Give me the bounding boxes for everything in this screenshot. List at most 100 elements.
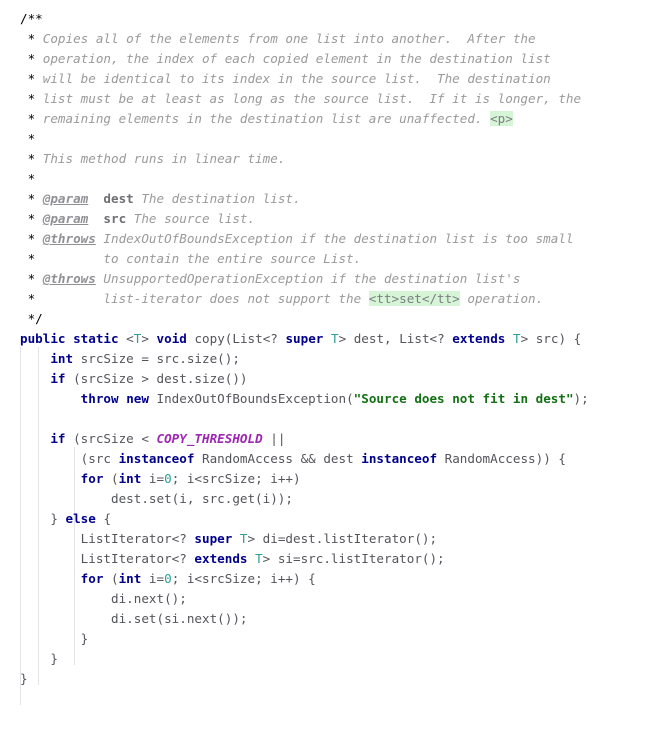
code-token-kw: super: [194, 531, 233, 546]
code-token-id: {: [95, 511, 112, 526]
code-token-id: IndexOutOfBoundsException(: [148, 391, 354, 406]
code-token-cmt-delim: *: [20, 71, 43, 86]
code-token-kw: if: [50, 371, 66, 386]
code-line[interactable]: }: [0, 649, 657, 669]
code-line[interactable]: * This method runs in linear time.: [0, 149, 657, 169]
code-token-id: > si=src.listIterator();: [262, 551, 445, 566]
code-token-jdoc-pname: src: [103, 211, 127, 226]
code-token-kw: public: [20, 331, 66, 346]
code-token-id: [505, 331, 513, 346]
code-line[interactable]: ListIterator<? super T> di=dest.listIter…: [0, 529, 657, 549]
code-token-cmt: operation, the index of each copied elem…: [42, 51, 551, 66]
code-line[interactable]: * to contain the entire source List.: [0, 249, 657, 269]
code-line[interactable]: * @param src The source list.: [0, 209, 657, 229]
code-token-cmt-delim: /**: [20, 11, 43, 26]
code-token-id: (: [103, 571, 119, 586]
code-line[interactable]: for (int i=0; i<srcSize; i++): [0, 469, 657, 489]
code-token-cmt: [88, 191, 103, 206]
code-token-id: di.next();: [111, 591, 187, 606]
code-line[interactable]: ListIterator<? extends T> si=src.listIte…: [0, 549, 657, 569]
code-token-cmt: Copies all of the elements from one list…: [42, 31, 536, 46]
code-token-kw: super: [285, 331, 324, 346]
code-token-kw: for: [80, 471, 104, 486]
code-token-tvar: T: [255, 551, 263, 566]
code-line[interactable]: public static < T > void copy(List<? super…: [0, 329, 657, 349]
code-token-id: > di=dest.listIterator();: [247, 531, 438, 546]
code-token-id: [232, 531, 240, 546]
code-line[interactable]: if (srcSize < COPY_THRESHOLD ||: [0, 429, 657, 449]
code-token-cmt-delim: *: [20, 211, 43, 226]
code-token-id: copy(List<?: [186, 331, 286, 346]
code-token-cmt-delim: *: [20, 271, 43, 286]
code-token-id: (srcSize > dest.size()): [65, 371, 248, 386]
code-token-tvar: T: [512, 331, 521, 346]
code-line[interactable]: (src instanceof RandomAccess && dest ins…: [0, 449, 657, 469]
code-token-kw: else: [65, 511, 96, 526]
code-token-cmt: list must be at least as long as the sou…: [42, 91, 582, 106]
code-token-id: }: [20, 671, 28, 686]
code-token-id: > src) {: [520, 331, 582, 346]
code-line[interactable]: dest.set(i, src.get(i));: [0, 489, 657, 509]
code-token-cmt: IndexOutOfBoundsException if the destina…: [95, 231, 574, 246]
code-token-id: ||: [262, 431, 286, 446]
code-line[interactable]: *: [0, 129, 657, 149]
code-line[interactable]: [0, 409, 657, 429]
code-editor-surface[interactable]: /** * Copies all of the elements from on…: [0, 0, 657, 736]
code-line[interactable]: */: [0, 309, 657, 329]
code-line[interactable]: if (srcSize > dest.size()): [0, 369, 657, 389]
code-token-id: RandomAccess)) {: [437, 451, 566, 466]
code-token-cmt-delim: *: [20, 31, 43, 46]
code-line[interactable]: * will be identical to its index in the …: [0, 69, 657, 89]
code-token-id: dest.set(i, src.get(i));: [111, 491, 293, 506]
code-line[interactable]: } else {: [0, 509, 657, 529]
code-token-cmt-delim: */: [20, 311, 43, 326]
code-token-id: ; i<srcSize; i++): [171, 471, 301, 486]
code-token-id: );: [573, 391, 589, 406]
code-token-cmt-delim: *: [20, 151, 43, 166]
code-token-id: }: [50, 651, 58, 666]
code-line[interactable]: int srcSize = src.size();: [0, 349, 657, 369]
code-token-id: (src: [80, 451, 119, 466]
code-token-id: (srcSize <: [65, 431, 157, 446]
code-token-id: }: [50, 511, 66, 526]
code-line[interactable]: * @param dest The destination list.: [0, 189, 657, 209]
code-line[interactable]: /**: [0, 9, 657, 29]
code-content[interactable]: /** * Copies all of the elements from on…: [0, 0, 657, 689]
code-token-kw: throw: [80, 391, 119, 406]
code-line[interactable]: * list must be at least as long as the s…: [0, 89, 657, 109]
code-line[interactable]: * Copies all of the elements from one li…: [0, 29, 657, 49]
code-line[interactable]: * remaining elements in the destination …: [0, 109, 657, 129]
code-token-jdoc-tag: @param: [42, 191, 89, 206]
code-line[interactable]: }: [0, 669, 657, 689]
code-token-id: [323, 331, 331, 346]
code-token-cmt-delim: *: [20, 231, 43, 246]
code-line[interactable]: * @throws IndexOutOfBoundsException if t…: [0, 229, 657, 249]
code-line[interactable]: di.set(si.next());: [0, 609, 657, 629]
code-line[interactable]: * operation, the index of each copied el…: [0, 49, 657, 69]
code-token-cmt: operation.: [459, 291, 544, 306]
code-token-jdoc-html: <p>: [490, 111, 513, 126]
code-token-cmt: to contain the entire source List.: [42, 251, 362, 266]
code-token-jdoc-pname: dest: [103, 191, 134, 206]
code-line[interactable]: di.next();: [0, 589, 657, 609]
code-line[interactable]: throw new IndexOutOfBoundsException("Sou…: [0, 389, 657, 409]
code-line[interactable]: * @throws UnsupportedOperationException …: [0, 269, 657, 289]
code-token-kw: for: [80, 571, 104, 586]
code-line[interactable]: for (int i=0; i<srcSize; i++) {: [0, 569, 657, 589]
code-line[interactable]: * list-iterator does not support the <tt…: [0, 289, 657, 309]
code-line[interactable]: }: [0, 629, 657, 649]
code-token-id: (: [103, 471, 119, 486]
code-token-kw: int: [50, 351, 74, 366]
code-line[interactable]: *: [0, 169, 657, 189]
